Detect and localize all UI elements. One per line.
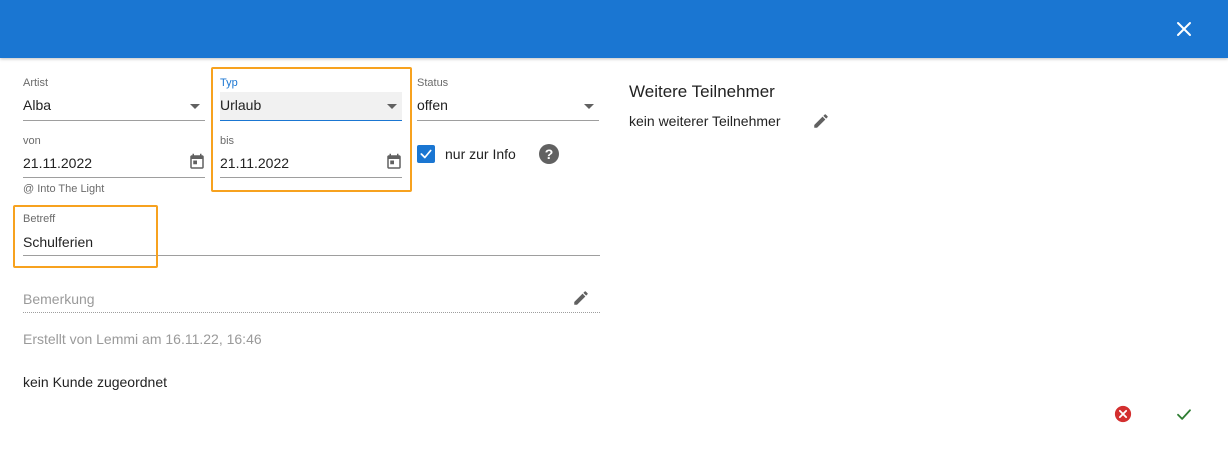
info-checkbox[interactable] xyxy=(417,145,435,163)
bemerkung-field[interactable]: Bemerkung xyxy=(23,286,600,314)
artist-label: Artist xyxy=(23,77,49,89)
calendar-icon[interactable] xyxy=(384,152,404,172)
bis-value: 21.11.2022 xyxy=(220,155,290,171)
participants-title: Weitere Teilnehmer xyxy=(629,82,775,101)
confirm-button[interactable] xyxy=(1173,404,1195,424)
edit-participants-button[interactable] xyxy=(811,111,831,131)
von-hint: @ Into The Light xyxy=(23,183,105,195)
artist-select[interactable]: Artist Alba xyxy=(23,77,205,122)
calendar-icon[interactable] xyxy=(187,152,207,172)
betreff-value: Schulferien xyxy=(23,234,94,250)
betreff-input[interactable]: Betreff Schulferien xyxy=(23,213,600,257)
cancel-button[interactable] xyxy=(1113,404,1133,424)
status-label: Status xyxy=(417,77,449,89)
von-value: 21.11.2022 xyxy=(23,155,93,171)
pencil-icon xyxy=(574,291,588,305)
bis-label: bis xyxy=(220,135,235,147)
help-icon[interactable]: ? xyxy=(539,144,559,164)
bis-date-field[interactable]: bis 21.11.2022 xyxy=(220,135,402,180)
typ-label: Typ xyxy=(220,77,238,89)
typ-value: Urlaub xyxy=(220,97,262,113)
edit-bemerkung-button[interactable] xyxy=(571,288,591,308)
chevron-down-icon xyxy=(387,104,397,109)
close-button[interactable] xyxy=(1168,13,1200,45)
dialog-header xyxy=(0,0,1228,58)
participants-empty: kein weiterer Teilnehmer xyxy=(629,113,781,129)
cancel-icon xyxy=(1114,405,1132,423)
status-value: offen xyxy=(417,97,448,113)
close-icon xyxy=(1177,22,1191,36)
von-date-field[interactable]: von 21.11.2022 xyxy=(23,135,205,180)
chevron-down-icon xyxy=(584,104,594,109)
artist-value: Alba xyxy=(23,97,52,113)
customer-info: kein Kunde zugeordnet xyxy=(23,374,167,390)
info-checkbox-label: nur zur Info xyxy=(445,146,516,162)
typ-select[interactable]: Typ Urlaub xyxy=(220,77,402,122)
bemerkung-placeholder: Bemerkung xyxy=(23,291,95,307)
betreff-label: Betreff xyxy=(23,213,56,225)
check-icon xyxy=(1177,409,1191,420)
check-icon xyxy=(420,149,432,159)
status-select[interactable]: Status offen xyxy=(417,77,599,122)
chevron-down-icon xyxy=(190,104,200,109)
created-info: Erstellt von Lemmi am 16.11.22, 16:46 xyxy=(23,331,262,347)
von-label: von xyxy=(23,135,41,147)
pencil-icon xyxy=(814,114,828,128)
